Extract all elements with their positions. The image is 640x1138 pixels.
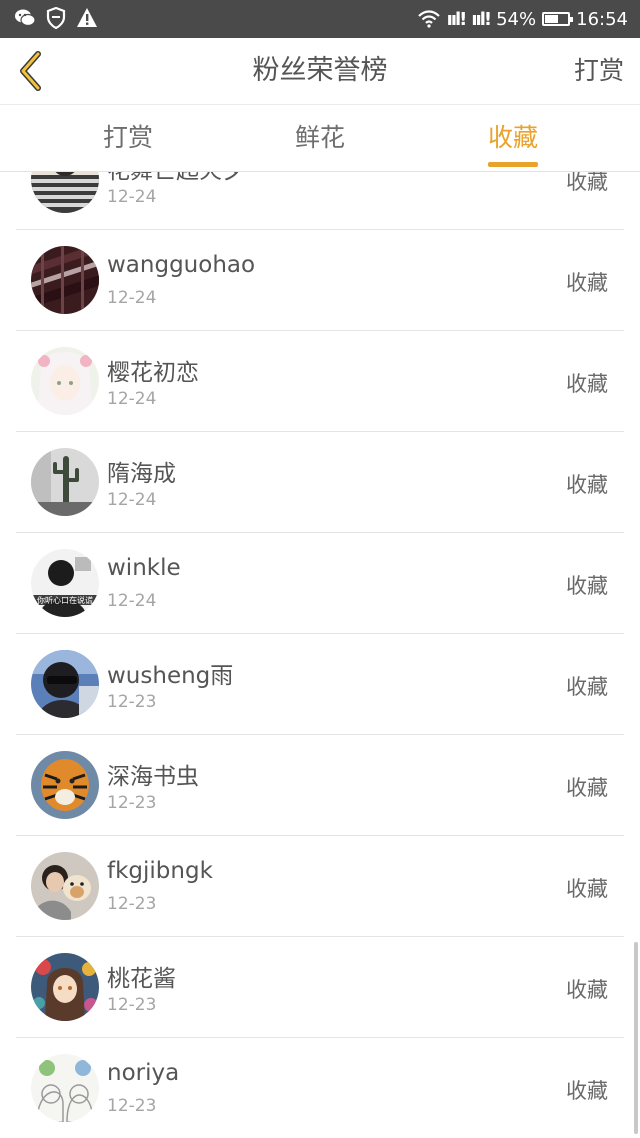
- list-item[interactable]: 你听心口在说谎 winkle 12-24 收藏: [0, 533, 640, 634]
- avatar[interactable]: [31, 852, 99, 920]
- avatar[interactable]: [31, 953, 99, 1021]
- avatar[interactable]: [31, 172, 99, 213]
- user-name: 深海书虫: [107, 764, 199, 790]
- list-item[interactable]: wangguohao 12-24 收藏: [0, 230, 640, 331]
- avatar[interactable]: [31, 751, 99, 819]
- signal-strength-2: ııl!: [471, 8, 492, 30]
- avatar[interactable]: [31, 347, 99, 415]
- avatar-caption: 你听心口在说谎: [37, 595, 93, 605]
- user-name: 隋海成: [107, 461, 176, 487]
- battery-icon: [542, 12, 574, 26]
- list-item[interactable]: 隋海成 12-24 收藏: [0, 432, 640, 533]
- user-name: 樱花初恋: [107, 360, 199, 386]
- tab-label: 鲜花: [294, 123, 346, 152]
- wifi-icon: [417, 10, 441, 28]
- date-label: 12-23: [107, 995, 157, 1015]
- battery-percent: 54%: [496, 8, 537, 30]
- user-name: winkle: [107, 555, 181, 581]
- user-name: wusheng雨: [107, 663, 234, 689]
- tab-flowers[interactable]: 鲜花: [295, 105, 345, 173]
- wechat-icon: [14, 7, 36, 29]
- action-label: 收藏: [566, 675, 608, 699]
- list-item[interactable]: 樱花初恋 12-24 收藏: [0, 331, 640, 432]
- page-title: 粉丝荣誉榜: [252, 55, 388, 86]
- date-label: 12-24: [107, 187, 157, 207]
- warning-icon: [76, 7, 98, 29]
- scrollbar[interactable]: [634, 942, 638, 1134]
- avatar[interactable]: [31, 246, 99, 314]
- nav-bar: 粉丝荣誉榜 打赏: [0, 38, 640, 104]
- tab-favorites[interactable]: 收藏: [487, 105, 539, 173]
- action-label: 收藏: [566, 978, 608, 1002]
- action-label: 收藏: [566, 1079, 608, 1103]
- reward-button[interactable]: 打赏: [574, 38, 624, 104]
- date-label: 12-24: [107, 288, 157, 308]
- user-name: fkgjibngk: [107, 858, 213, 884]
- user-name: wangguohao: [107, 252, 256, 278]
- action-label: 收藏: [566, 776, 608, 800]
- clock: 16:54: [576, 8, 628, 30]
- tab-bar: 打赏 鲜花 收藏: [0, 104, 640, 172]
- tab-label: 收藏: [487, 123, 539, 152]
- list-item[interactable]: fkgjibngk 12-23 收藏: [0, 836, 640, 937]
- list-item[interactable]: 桃花酱 12-23 收藏: [0, 937, 640, 1038]
- tab-reward[interactable]: 打赏: [103, 105, 153, 173]
- date-label: 12-23: [107, 793, 157, 813]
- action-label: 收藏: [566, 172, 608, 194]
- date-label: 12-24: [107, 490, 157, 510]
- user-name: 花舞亡起火夕: [107, 172, 245, 185]
- avatar[interactable]: 你听心口在说谎: [31, 549, 99, 617]
- date-label: 12-24: [107, 389, 157, 409]
- user-name: 桃花酱: [107, 966, 176, 992]
- action-label: 收藏: [566, 271, 608, 295]
- date-label: 12-23: [107, 1096, 157, 1116]
- list-item[interactable]: wusheng雨 12-23 收藏: [0, 634, 640, 735]
- shield-icon: [46, 7, 66, 29]
- action-label: 收藏: [566, 372, 608, 396]
- list-item[interactable]: 花舞亡起火夕 12-24 收藏: [0, 172, 640, 230]
- user-name: noriya: [107, 1060, 180, 1086]
- signal-strength-1: ııl!: [446, 8, 468, 30]
- date-label: 12-23: [107, 692, 157, 712]
- tab-label: 打赏: [102, 123, 154, 152]
- action-label: 收藏: [566, 473, 608, 497]
- status-bar: ııl! ııl! 54% 16:54: [0, 0, 640, 38]
- avatar[interactable]: [31, 650, 99, 718]
- avatar[interactable]: [31, 1054, 99, 1122]
- list-item[interactable]: noriya 12-23 收藏: [0, 1038, 640, 1138]
- active-tab-indicator: [487, 162, 538, 167]
- list-item[interactable]: 深海书虫 12-23 收藏: [0, 735, 640, 836]
- date-label: 12-24: [107, 591, 157, 611]
- date-label: 12-23: [107, 894, 157, 914]
- action-label: 收藏: [566, 877, 608, 901]
- fan-list[interactable]: 花舞亡起火夕 12-24 收藏 wangguohao 12-24 收藏: [0, 172, 640, 1138]
- avatar[interactable]: [31, 448, 99, 516]
- action-label: 收藏: [566, 574, 608, 598]
